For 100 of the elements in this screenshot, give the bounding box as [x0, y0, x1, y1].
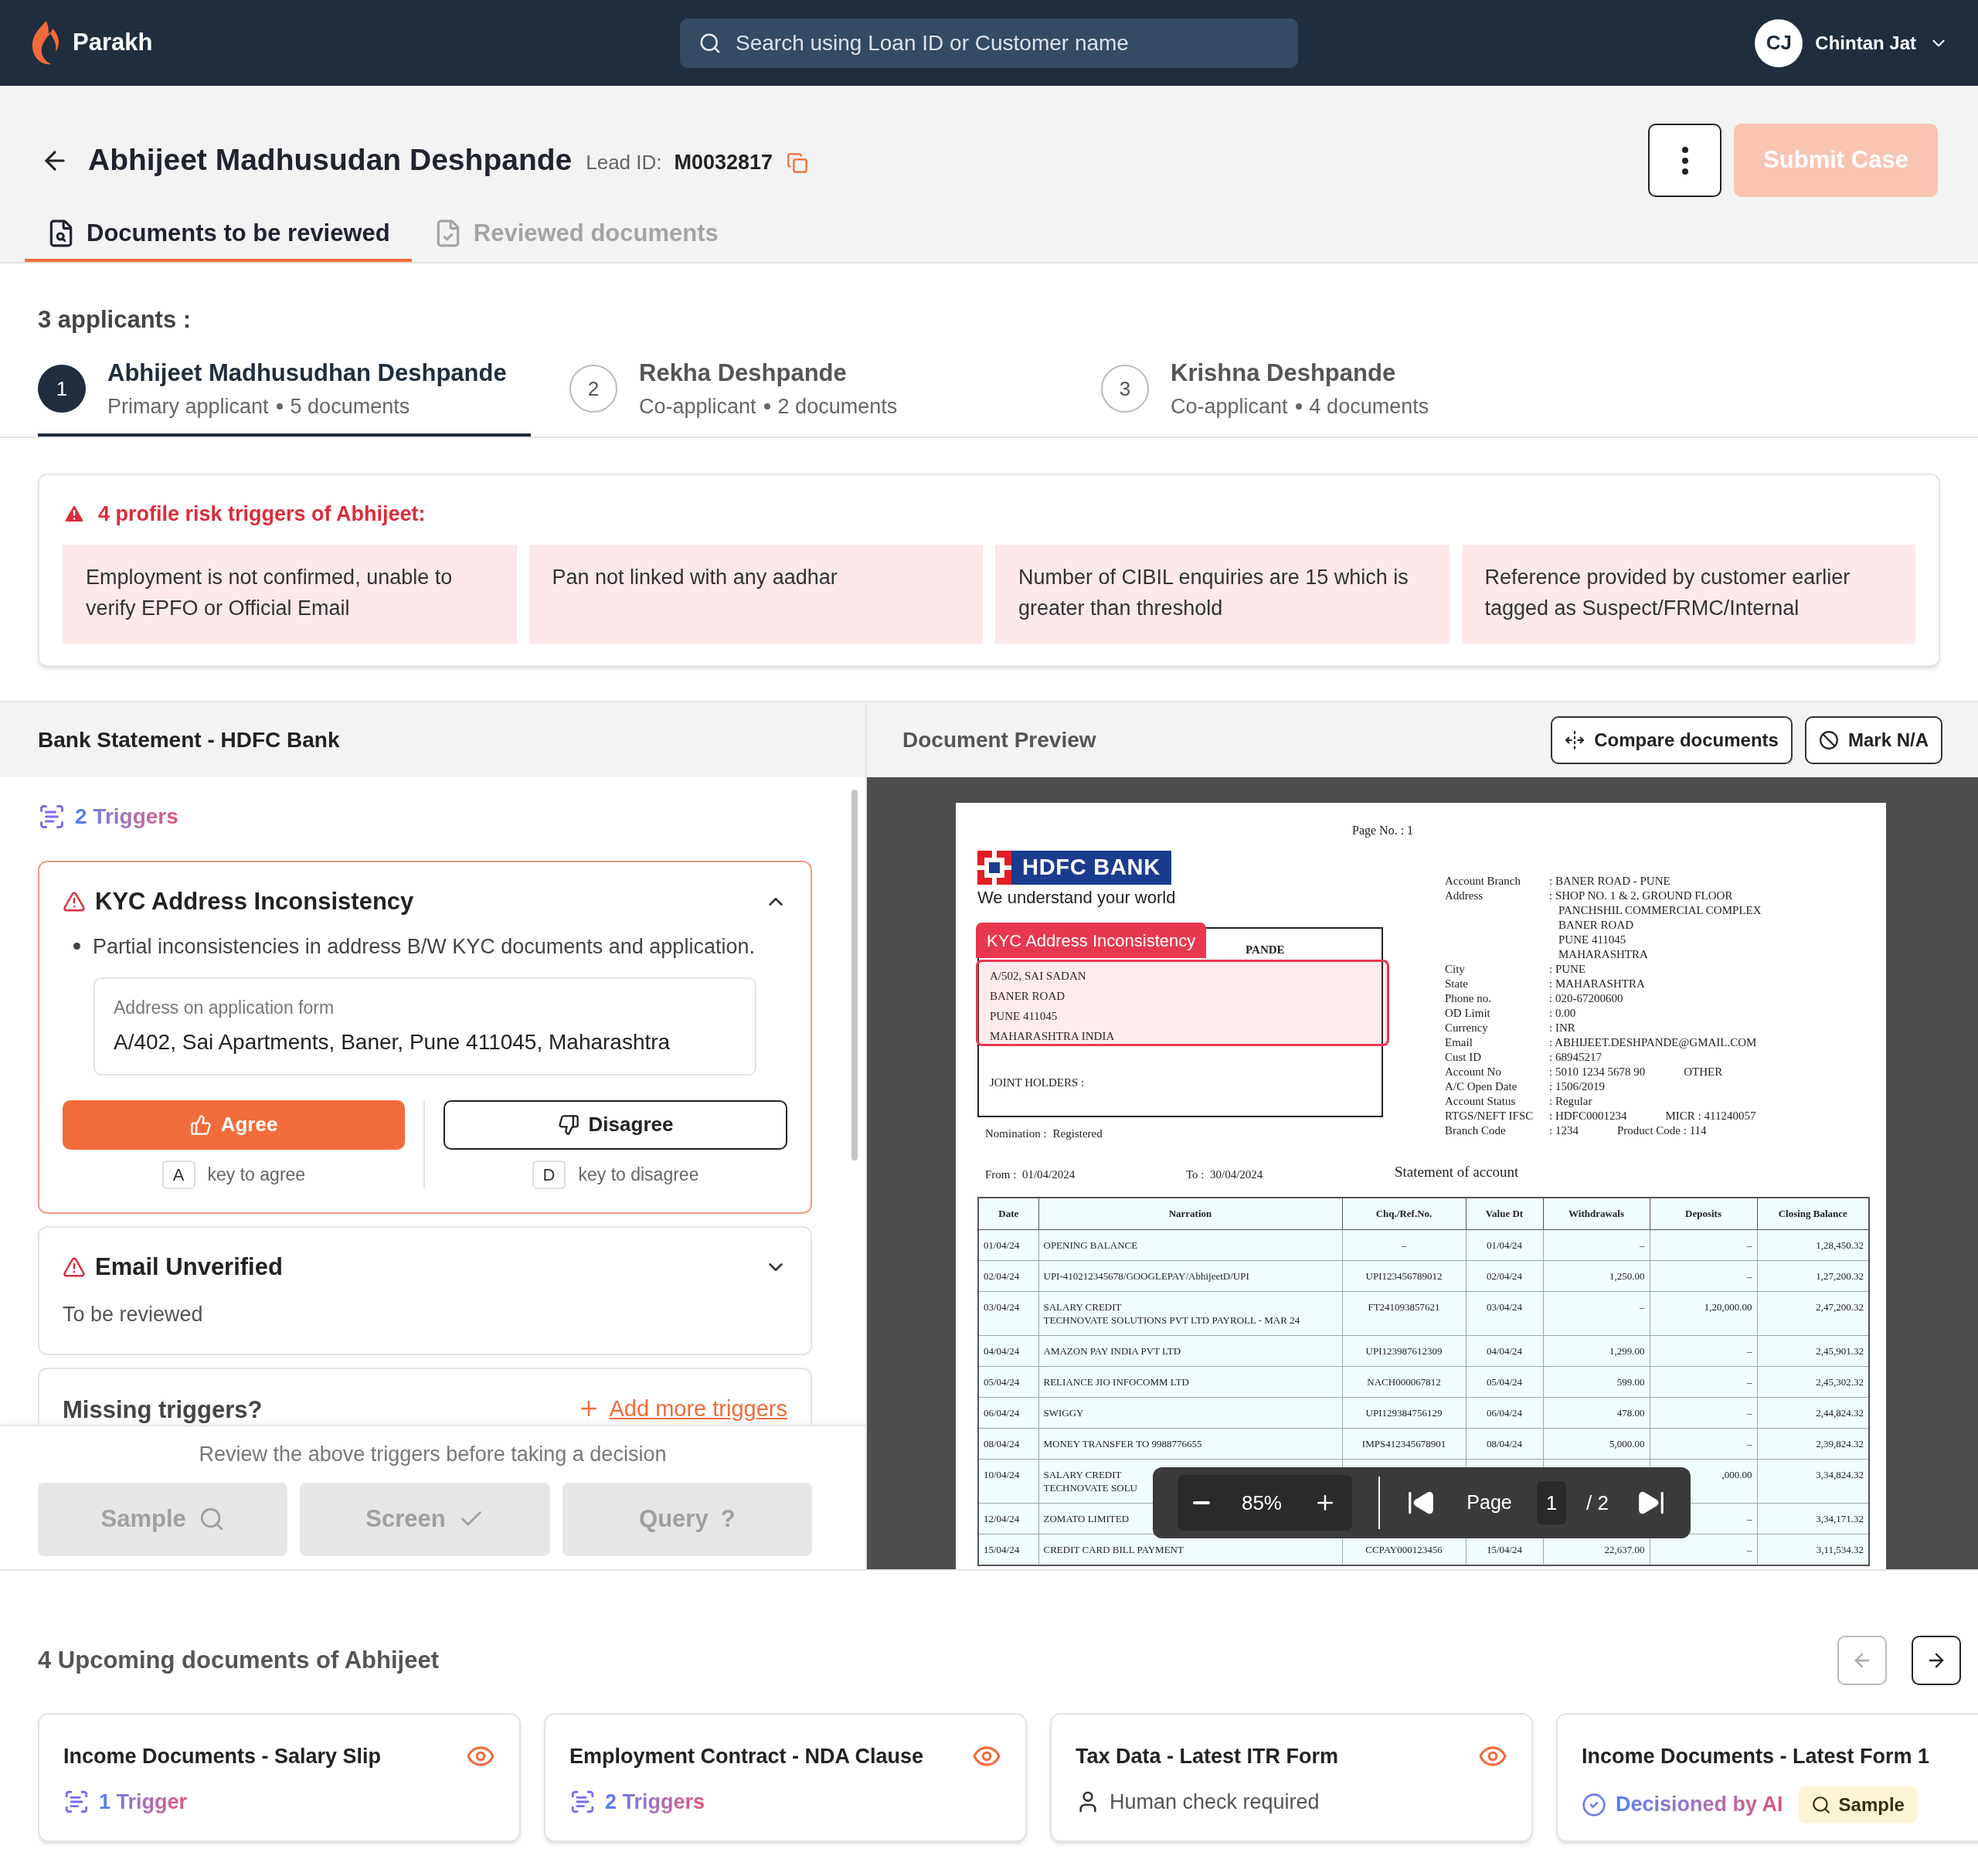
- detail-label: OD Limit: [1445, 1006, 1491, 1021]
- applicant-number: 2: [569, 365, 617, 413]
- table-cell: 1,299.00: [1543, 1335, 1650, 1366]
- document-title: Bank Statement - HDFC Bank: [38, 726, 340, 753]
- table-cell: 05/04/24: [1466, 1366, 1543, 1397]
- missing-triggers-label: Missing triggers?: [63, 1395, 263, 1425]
- table-cell: 02/04/24: [1466, 1260, 1543, 1291]
- detail-label: Account Status: [1445, 1094, 1517, 1109]
- detail-value: : 1506/2019: [1549, 1079, 1606, 1094]
- table-cell: 599.00: [1543, 1366, 1650, 1397]
- table-cell: 08/04/24: [978, 1428, 1038, 1459]
- detail-label: Cust ID: [1445, 1050, 1483, 1065]
- table-cell: 478.00: [1543, 1397, 1650, 1428]
- table-cell: –: [1543, 1229, 1650, 1260]
- trigger-card[interactable]: [38, 861, 812, 1214]
- column-header: Chq./Ref.No.: [1342, 1198, 1466, 1229]
- copy-icon[interactable]: [787, 151, 809, 174]
- next-button[interactable]: [1912, 1636, 1961, 1685]
- table-cell: 06/04/24: [1466, 1397, 1543, 1428]
- detail-extra: MICR : 411240057: [1665, 1109, 1756, 1123]
- statement-title: Statement of account: [1395, 1162, 1519, 1181]
- applicant-role: Co-applicant: [1171, 394, 1288, 420]
- page-title: Abhijeet Madhusudan Deshpande: [88, 142, 573, 178]
- field-value: A/402, Sai Apartments, Baner, Pune 411045, Maharashtra: [114, 1028, 671, 1055]
- field-label: Address on application form: [114, 997, 335, 1019]
- page-input[interactable]: 1: [1536, 1481, 1567, 1524]
- minus-icon: [1193, 1501, 1211, 1504]
- table-cell: SWIGGY: [1038, 1397, 1342, 1428]
- table-cell: 5,000.00: [1543, 1428, 1650, 1459]
- thumbs-up-icon: [189, 1113, 212, 1136]
- document-card[interactable]: Employment Contract - NDA Clause 2 Triggers: [544, 1713, 1027, 1842]
- user-avatar[interactable]: CJ: [1755, 19, 1803, 67]
- applicant-tab[interactable]: 2 Rekha Deshpande Co-applicant 2 documents: [569, 355, 1062, 437]
- thumbs-down-icon: [557, 1113, 579, 1136]
- table-cell: –: [1650, 1428, 1757, 1459]
- card-title: Tax Data - Latest ITR Form: [1076, 1744, 1339, 1769]
- table-cell: –: [1543, 1291, 1650, 1335]
- scan-text-icon: [38, 803, 66, 831]
- bank-logo-icon: [977, 851, 1011, 885]
- table-cell: 01/04/24: [978, 1229, 1038, 1260]
- table-cell: 1,250.00: [1543, 1260, 1650, 1291]
- user-name[interactable]: Chintan Jat: [1815, 29, 1916, 57]
- zoom-out-button[interactable]: [1193, 1501, 1211, 1504]
- card-title: Employment Contract - NDA Clause: [569, 1744, 924, 1769]
- lead-id: M0032817: [674, 150, 773, 176]
- detail-value: : 0.00: [1549, 1006, 1576, 1021]
- detail-value: : ABHIJEET.DESHPANDE@GMAIL.COM: [1549, 1035, 1757, 1050]
- period-from: From : 01/04/2024: [985, 1167, 1076, 1182]
- compare-documents-button[interactable]: Compare documents: [1551, 715, 1793, 764]
- document-card[interactable]: Income Documents - Salary Slip 1 Trigger: [38, 1713, 521, 1842]
- detail-value: : MAHARASHTRA: [1549, 977, 1645, 991]
- nomination-value: Registered: [1052, 1127, 1103, 1141]
- applicant-tab[interactable]: 3 Krishna Deshpande Co-applicant 4 documents: [1101, 355, 1594, 437]
- more-options-button[interactable]: [1648, 124, 1721, 197]
- detail-label: RTGS/NEFT IFSC: [1445, 1109, 1534, 1123]
- detail-value: : Regular: [1549, 1094, 1592, 1109]
- detail-value: : BANER ROAD - PUNE: [1549, 874, 1670, 889]
- highlight-label: KYC Address Inconsistency: [976, 923, 1207, 958]
- table-cell: 03/04/24: [1466, 1291, 1543, 1335]
- applicant-tab[interactable]: 1 Abhijeet Madhusudhan Deshpande Primary applicant 5 documents: [38, 355, 531, 437]
- table-cell: 08/04/24: [1466, 1428, 1543, 1459]
- table-cell: –: [1650, 1260, 1757, 1291]
- detail-label: Branch Code: [1445, 1123, 1507, 1138]
- document-card[interactable]: Tax Data - Latest ITR Form Human check required: [1050, 1713, 1533, 1842]
- bank-tagline: We understand your world: [977, 887, 1176, 909]
- table-cell: MONEY TRANSFER TO 9988776655: [1038, 1428, 1342, 1459]
- table-cell: 04/04/24: [1466, 1335, 1543, 1366]
- table-cell: OPENING BALANCE: [1038, 1229, 1342, 1260]
- check-circle-icon: [1582, 1792, 1606, 1817]
- key-hint: key to disagree: [578, 1163, 699, 1186]
- table-cell: –: [1650, 1335, 1757, 1366]
- column-header: Deposits: [1650, 1198, 1757, 1229]
- trigger-description: Partial inconsistencies in address B/W KYC documents and application.: [93, 933, 755, 960]
- scrollbar[interactable]: [851, 790, 858, 1161]
- table-cell: 10/04/24: [978, 1459, 1038, 1503]
- table-cell: FT241093857621: [1342, 1291, 1466, 1335]
- table-cell: –: [1342, 1229, 1466, 1260]
- sample-badge: Sample: [1798, 1786, 1917, 1823]
- document-card[interactable]: Income Documents - Latest Form 1 Decisioned by AI Sample: [1556, 1713, 1978, 1842]
- applicants-heading: 3 applicants :: [37, 305, 192, 335]
- trigger-card[interactable]: Email Unverified To be reviewed: [38, 1225, 812, 1355]
- table-cell: 05/04/24: [978, 1366, 1038, 1397]
- document-tab[interactable]: Documents to be reviewed: [25, 208, 412, 262]
- mark-na-button[interactable]: Mark N/A: [1804, 715, 1942, 764]
- preview-title: Document Preview: [902, 726, 1096, 753]
- table-cell: UPI129384756129: [1342, 1397, 1466, 1428]
- detail-value: : INR: [1549, 1021, 1575, 1035]
- detail-label: Address: [1445, 889, 1484, 903]
- bank-name: HDFC BANK: [1011, 851, 1171, 885]
- table-cell: –: [1650, 1397, 1757, 1428]
- key-cap: A: [161, 1160, 195, 1189]
- detail-label: Email: [1445, 1035, 1473, 1050]
- applicant-number: 1: [38, 365, 86, 413]
- table-cell: 06/04/24: [978, 1397, 1038, 1428]
- table-cell: UPI123456789012: [1342, 1260, 1466, 1291]
- table-cell: 02/04/24: [978, 1260, 1038, 1291]
- disagree-button[interactable]: Disagree: [444, 1099, 787, 1150]
- search-field[interactable]: Search using Loan ID or Customer name: [680, 18, 1298, 68]
- card-title: Income Documents - Latest Form 1: [1582, 1744, 1930, 1769]
- table-cell: IMPS412345678901: [1342, 1428, 1466, 1459]
